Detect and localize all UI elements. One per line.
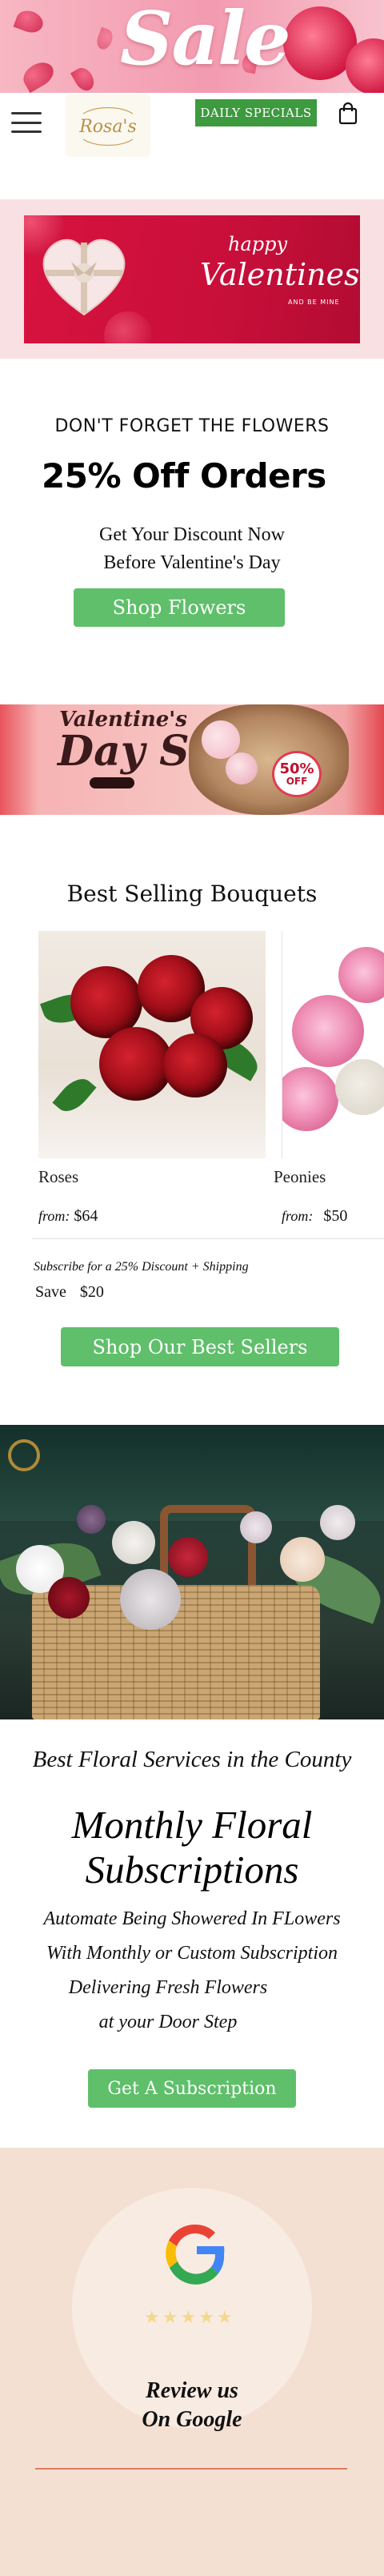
shop-flowers-button[interactable]: Shop Flowers [74,588,285,627]
services-title: Best Floral Services in the County [32,1747,352,1772]
flower-image [48,1577,90,1619]
save-amount: $20 [79,1283,104,1301]
price-prefix: from: [282,1208,314,1224]
flower-image [120,1569,181,1630]
site-header: Rosa's DAILY SPECIALS [0,93,384,170]
get-subscription-button[interactable]: Get A Subscription [88,2069,296,2108]
peony-image [335,1059,384,1115]
subscription-line-2: With Monthly or Custom Subscription [46,1943,338,1964]
price-prefix: from: [38,1208,70,1224]
peonies-product-image[interactable] [282,931,384,1158]
review-us-text[interactable]: Review us On Google [72,2377,312,2434]
discount-badge-number: 50% [279,760,314,777]
logo-flourish-icon [82,138,134,146]
valentines-day-sale-banner[interactable]: Valentine's Day Sale 50% OFF [0,704,384,815]
promo-line-2: Before Valentine's Day [103,552,281,573]
review-card[interactable]: ★★★★★ Review us On Google [72,2188,312,2432]
price-value: $64 [74,1207,98,1225]
google-logo-icon [166,2224,225,2285]
heart-gift-box-icon [42,239,126,316]
rose-petal-image [13,6,46,37]
shopping-bag-icon[interactable] [338,102,358,125]
banner-happy-text: happy [228,233,288,255]
sale-banner-pill [90,777,134,788]
rose-image [163,1033,227,1097]
rose-image [226,752,258,784]
subscriptions-heading-line-2: Subscriptions [85,1848,299,1892]
product-name-roses[interactable]: Roses [38,1167,78,1187]
discount-badge: 50% OFF [272,751,322,797]
product-name-peonies[interactable]: Peonies [274,1167,326,1187]
banner-be-mine-text: AND BE MINE [288,299,340,306]
flower-image [280,1537,325,1582]
subscriptions-heading: Monthly Floral Subscriptions [0,1803,384,1892]
hamburger-menu-icon[interactable] [11,112,42,133]
flower-image [112,1521,155,1564]
best-selling-heading: Best Selling Bouquets [66,881,318,907]
shop-best-sellers-button[interactable]: Shop Our Best Sellers [61,1327,339,1366]
subscription-line-1: Automate Being Showered In FLowers [43,1908,341,1929]
logo-flourish-icon [82,106,134,114]
rose-petal-image [18,57,58,93]
decor-ring [8,1439,40,1471]
sale-hero-banner[interactable]: Sale [0,0,384,93]
roses-product-image[interactable] [38,931,266,1158]
valentines-banner-section: happy Valentines AND BE MINE [0,199,384,359]
logo-text: Rosa's [79,116,137,137]
peony-image [292,995,364,1067]
save-amount-line: Save $20 [35,1283,104,1302]
flower-basket-image [0,1425,384,1719]
review-line-2: On Google [142,2407,242,2432]
price-value: $50 [323,1207,348,1225]
review-line-1: Review us [146,2378,238,2403]
promo-title: 25% Off Orders [42,456,326,496]
peony-image [338,947,384,1003]
flower-image [168,1537,208,1577]
rose-petal-image [94,26,115,52]
subscription-line-4: at your Door Step [98,2012,238,2032]
sale-title: Sale [120,0,291,82]
logo[interactable]: Rosa's [66,94,150,157]
daily-specials-button[interactable]: DAILY SPECIALS [195,99,317,126]
save-label: Save [35,1283,66,1301]
valentines-banner[interactable]: happy Valentines AND BE MINE [24,215,360,343]
flower-image [320,1505,355,1540]
flower-image [77,1505,106,1534]
rating-stars-icon: ★★★★★ [144,2308,235,2328]
promo-line-1: Get Your Discount Now [98,524,285,545]
review-section: ★★★★★ Review us On Google [0,2148,384,2576]
product-price-roses: from: $64 [38,1207,98,1226]
subscription-line-3: Delivering Fresh Flowers [68,1977,268,1998]
flower-image [240,1511,272,1543]
discount-badge-off: OFF [286,776,308,787]
footer-divider [35,2468,347,2470]
divider [32,1238,384,1239]
leaf-image [52,1072,97,1118]
peony-image [282,1067,338,1131]
banner-valentines-text: Valentines [200,257,360,292]
chocolate-box-image [189,704,349,815]
promo-eyebrow: DON'T FORGET THE FLOWERS [54,416,330,436]
product-price-peonies: from: $50 [282,1207,347,1226]
subscribe-discount-note: Subscribe for a 25% Discount + Shipping [34,1260,249,1274]
rose-image [99,1027,173,1101]
subscriptions-heading-line-1: Monthly Floral [71,1803,313,1847]
rose-petal-image [70,64,98,93]
